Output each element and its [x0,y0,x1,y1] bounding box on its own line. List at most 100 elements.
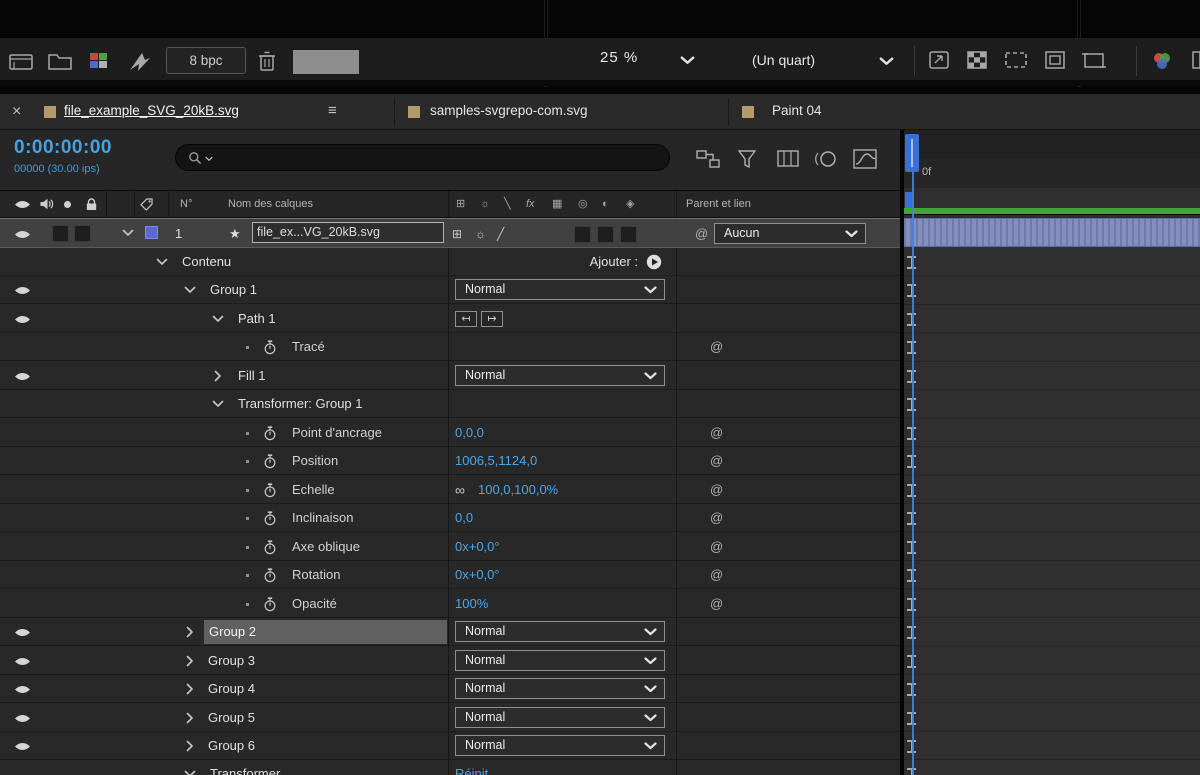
frame-blend-icon[interactable] [776,148,802,170]
solo-cell[interactable] [74,225,91,242]
group-label[interactable]: Group 1 [210,276,257,304]
property-pickwhip-icon[interactable]: @ [710,447,723,475]
transform-label[interactable]: Transformer: Group 1 [238,390,363,418]
property-label[interactable]: Rotation [292,561,340,589]
transform-label[interactable]: Transformer [210,760,280,775]
twirl-right-icon[interactable] [186,712,194,724]
property-pickwhip-icon[interactable]: @ [710,419,723,447]
property-label[interactable]: Echelle [292,476,335,504]
property-label[interactable]: Axe oblique [292,533,360,561]
blend-mode-dropdown[interactable]: Normal [455,735,665,756]
stopwatch-icon[interactable] [263,340,277,355]
group-label[interactable]: Group 5 [208,704,255,732]
property-label[interactable]: Tracé [292,333,325,361]
property-label[interactable]: Inclinaison [292,504,353,532]
property-pickwhip-icon[interactable]: @ [710,590,723,618]
visibility-toggle[interactable] [14,656,31,667]
layer-label-chip[interactable] [145,226,158,239]
tab-file-example-svg[interactable]: file_example_SVG_20kB.svg [64,103,239,118]
graph-editor-icon[interactable] [852,148,878,170]
playhead-line[interactable] [912,135,914,775]
snapshot-icon[interactable] [8,50,36,72]
zoom-dropdown-icon[interactable] [680,56,695,65]
twirl-right-icon[interactable] [186,683,194,695]
visibility-toggle[interactable] [14,371,31,382]
quality-switch-icon[interactable]: ╱ [497,219,504,249]
visibility-toggle[interactable] [14,285,31,296]
search-input[interactable] [220,147,654,170]
green-duration-bar[interactable] [904,208,1200,215]
blend-mode-dropdown[interactable]: Normal [455,365,665,386]
time-ruler-band[interactable]: 0f [904,158,1200,188]
property-pickwhip-icon[interactable]: @ [710,504,723,532]
camera-view-icon[interactable] [1082,50,1106,70]
blend-mode-dropdown[interactable]: Normal [455,621,665,642]
blend-mode-dropdown[interactable]: Normal [455,279,665,300]
twirl-down-icon[interactable] [184,770,196,775]
switch-cell[interactable] [597,226,614,243]
trash-icon[interactable] [258,50,276,72]
stopwatch-icon[interactable] [263,426,277,441]
group-label[interactable]: Group 6 [208,732,255,760]
resolution-dropdown[interactable]: (Un quart) [752,47,894,74]
add-menu-button[interactable] [646,254,662,270]
visibility-toggle[interactable] [14,741,31,752]
property-label[interactable]: Position [292,447,338,475]
stopwatch-icon[interactable] [263,568,277,583]
transparency-grid-icon[interactable] [966,50,988,70]
stopwatch-icon[interactable] [263,540,277,555]
fast-preview-icon[interactable] [128,50,152,72]
group-label-selected[interactable]: Group 2 [204,620,447,644]
property-value[interactable]: 0x+0,0° [455,533,500,561]
layer-duration-bar[interactable] [904,218,1200,247]
twirl-right-icon[interactable] [186,626,194,638]
layer-row-1[interactable]: 1 ★ file_ex...VG_20kB.svg ⊞ ☼ ╱ @ Aucun [0,218,900,248]
layer-name-field[interactable]: file_ex...VG_20kB.svg [252,222,444,243]
last-snapshot-icon[interactable] [48,50,72,70]
switch-cell[interactable] [620,226,637,243]
current-time-display[interactable]: 0:00:00:00 [14,137,112,159]
blend-mode-dropdown[interactable]: Normal [455,707,665,728]
time-ruler[interactable]: 0f [904,130,1200,188]
visibility-toggle[interactable] [14,314,31,325]
comp-mini-flowchart-icon[interactable] [696,148,722,170]
twirl-right-icon[interactable] [214,370,222,382]
mask-visibility-icon[interactable] [1044,50,1066,70]
property-value[interactable]: 0,0,0 [455,419,484,447]
zoom-level[interactable]: 25 % [600,49,638,66]
group-label[interactable]: Contenu [182,248,231,276]
audio-cell[interactable] [52,225,69,242]
panel-menu-icon[interactable]: ≡ [328,102,337,119]
property-pickwhip-icon[interactable]: @ [710,476,723,504]
bg-color-swatch[interactable] [292,49,360,75]
parent-pickwhip-icon[interactable]: @ [695,219,708,247]
property-value[interactable]: 0x+0,0° [455,561,500,589]
grid-guides-icon[interactable] [928,50,950,70]
switch-cell[interactable] [574,226,591,243]
stopwatch-icon[interactable] [263,511,277,526]
tab-samples-svgrepo[interactable]: samples-svgrepo-com.svg [430,103,588,118]
draft-3d-icon[interactable] [736,148,760,170]
path-label[interactable]: Path 1 [238,305,276,333]
stopwatch-icon[interactable] [263,483,277,498]
path-direction-out-button[interactable]: ↦ [481,311,503,327]
layer-visibility-toggle[interactable] [14,229,31,240]
collapse-transformations-icon[interactable]: ☼ [475,219,486,249]
stopwatch-icon[interactable] [263,597,277,612]
navigator-handle[interactable] [905,192,912,208]
twirl-down-icon[interactable] [212,315,224,323]
path-direction-in-button[interactable]: ↤ [455,311,477,327]
twirl-down-icon[interactable] [212,400,224,408]
property-value[interactable]: 100,0,100,0% [478,476,558,504]
bit-depth-button[interactable]: 8 bpc [166,47,246,74]
twirl-down-icon[interactable] [184,286,196,294]
property-value[interactable]: 0,0 [455,504,473,532]
property-label[interactable]: Opacité [292,590,337,618]
property-value[interactable]: 1006,5,1124,0 [455,447,537,475]
motion-blur-icon[interactable] [814,148,838,170]
twirl-right-icon[interactable] [186,655,194,667]
close-panel-icon[interactable]: × [12,102,21,122]
anchor-switch-icon[interactable]: ⊞ [452,219,462,249]
visibility-toggle[interactable] [14,713,31,724]
blend-mode-dropdown[interactable]: Normal [455,650,665,671]
